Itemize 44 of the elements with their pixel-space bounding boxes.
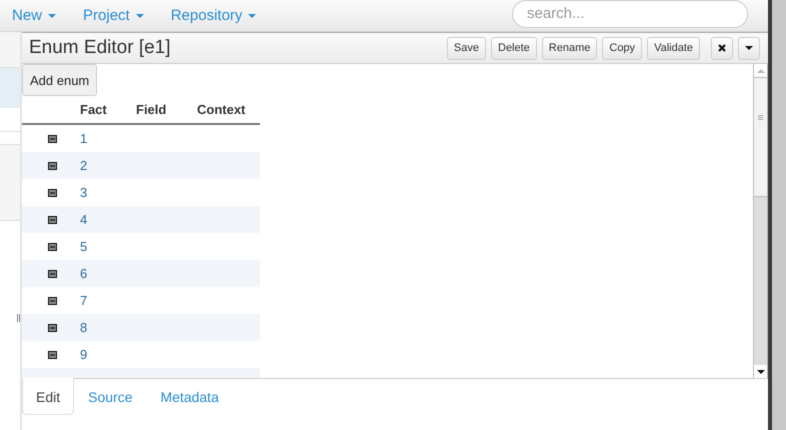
caret-icon	[136, 14, 144, 18]
table-cell-text: 5	[80, 239, 88, 254]
column-header: Context	[197, 102, 246, 117]
dropdown-button[interactable]	[738, 36, 760, 60]
search-field[interactable]: search...	[512, 0, 748, 28]
table-cell-text: 6	[80, 266, 88, 281]
delete-row-icon[interactable]	[48, 216, 56, 224]
delete-row-icon[interactable]	[48, 350, 56, 358]
caret-icon	[745, 46, 753, 50]
delete-row-icon[interactable]	[48, 188, 56, 196]
scroll-down-icon[interactable]	[756, 370, 764, 374]
table-cell-text: 2	[80, 158, 88, 173]
column-header: Fact	[80, 102, 108, 117]
tab[interactable]: Metadata	[146, 378, 233, 415]
close-button[interactable]	[711, 36, 733, 60]
grip-icon[interactable]	[758, 114, 763, 120]
tab[interactable]: Edit	[22, 378, 74, 415]
toolbar-button[interactable]: Validate	[647, 36, 700, 60]
delete-row-icon[interactable]	[48, 162, 56, 170]
delete-row-icon[interactable]	[48, 324, 56, 332]
table-cell-text: 4	[80, 212, 88, 227]
table-cell-text: 3	[80, 185, 88, 200]
toolbar-button[interactable]: Delete	[491, 36, 537, 60]
delete-row-icon[interactable]	[48, 134, 56, 142]
toolbar-button[interactable]: Save	[446, 36, 486, 60]
highlighted-row	[0, 68, 20, 108]
caret-icon	[248, 14, 256, 18]
vertical-scrollbar[interactable]	[753, 64, 768, 378]
add-enum-button[interactable]: Add enum	[22, 64, 98, 96]
resize-handle-icon[interactable]	[17, 314, 20, 322]
tab[interactable]: Source	[74, 378, 146, 415]
table-cell-text: 8	[80, 320, 88, 335]
delete-row-icon[interactable]	[48, 296, 56, 304]
close-icon	[718, 44, 726, 52]
delete-row-icon[interactable]	[48, 242, 56, 250]
delete-row-icon[interactable]	[48, 270, 56, 278]
table-cell-text: 9	[80, 347, 88, 362]
toolbar-button[interactable]: Copy	[602, 36, 642, 60]
caret-icon	[48, 14, 56, 18]
toolbar-button[interactable]: Rename	[542, 36, 598, 60]
column-header: Field	[136, 102, 168, 117]
table-cell-text: 1	[80, 131, 88, 146]
table-cell-text: 7	[80, 293, 88, 308]
editor-title: Enum Editor [e1]	[29, 37, 171, 59]
